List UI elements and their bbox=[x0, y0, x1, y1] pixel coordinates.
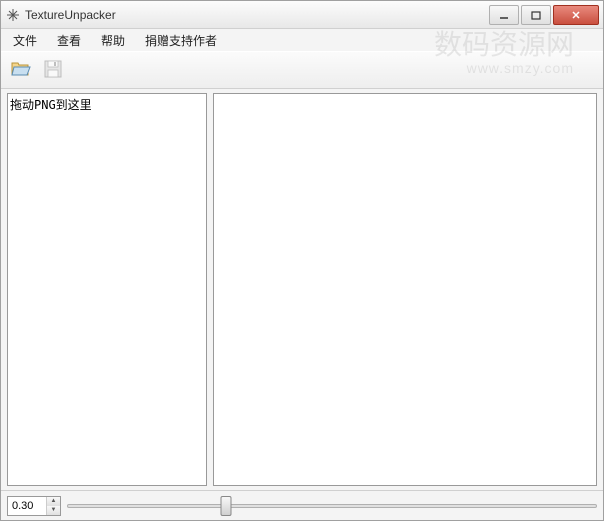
maximize-button[interactable] bbox=[521, 5, 551, 25]
preview-panel[interactable] bbox=[213, 93, 597, 486]
floppy-disk-icon bbox=[43, 59, 63, 82]
menu-file[interactable]: 文件 bbox=[5, 30, 45, 51]
zoom-input[interactable] bbox=[8, 497, 46, 515]
window-controls bbox=[487, 5, 599, 25]
zoom-slider[interactable] bbox=[67, 496, 597, 516]
minimize-button[interactable] bbox=[489, 5, 519, 25]
statusbar: ▲ ▼ bbox=[1, 490, 603, 520]
window-title: TextureUnpacker bbox=[25, 8, 487, 22]
menubar: 文件 查看 帮助 捐赠支持作者 bbox=[1, 29, 603, 51]
folder-open-icon bbox=[10, 60, 32, 81]
zoom-spinner[interactable]: ▲ ▼ bbox=[7, 496, 61, 516]
menu-view[interactable]: 查看 bbox=[49, 30, 89, 51]
sprite-list-panel[interactable]: 拖动PNG到这里 bbox=[7, 93, 207, 486]
slider-track bbox=[67, 504, 597, 508]
save-button[interactable] bbox=[39, 56, 67, 84]
titlebar: TextureUnpacker bbox=[1, 1, 603, 29]
zoom-up-button[interactable]: ▲ bbox=[47, 497, 60, 506]
close-button[interactable] bbox=[553, 5, 599, 25]
open-button[interactable] bbox=[7, 56, 35, 84]
spinner-arrows: ▲ ▼ bbox=[46, 497, 60, 515]
zoom-down-button[interactable]: ▼ bbox=[47, 506, 60, 515]
menu-help[interactable]: 帮助 bbox=[93, 30, 133, 51]
content-area: 拖动PNG到这里 bbox=[1, 89, 603, 490]
app-icon bbox=[5, 7, 21, 23]
drop-hint-text: 拖动PNG到这里 bbox=[10, 96, 204, 113]
toolbar bbox=[1, 51, 603, 89]
menu-donate[interactable]: 捐赠支持作者 bbox=[137, 30, 225, 51]
app-window: TextureUnpacker 文件 查看 帮助 捐赠支持作者 bbox=[0, 0, 604, 521]
slider-thumb[interactable] bbox=[221, 496, 232, 516]
